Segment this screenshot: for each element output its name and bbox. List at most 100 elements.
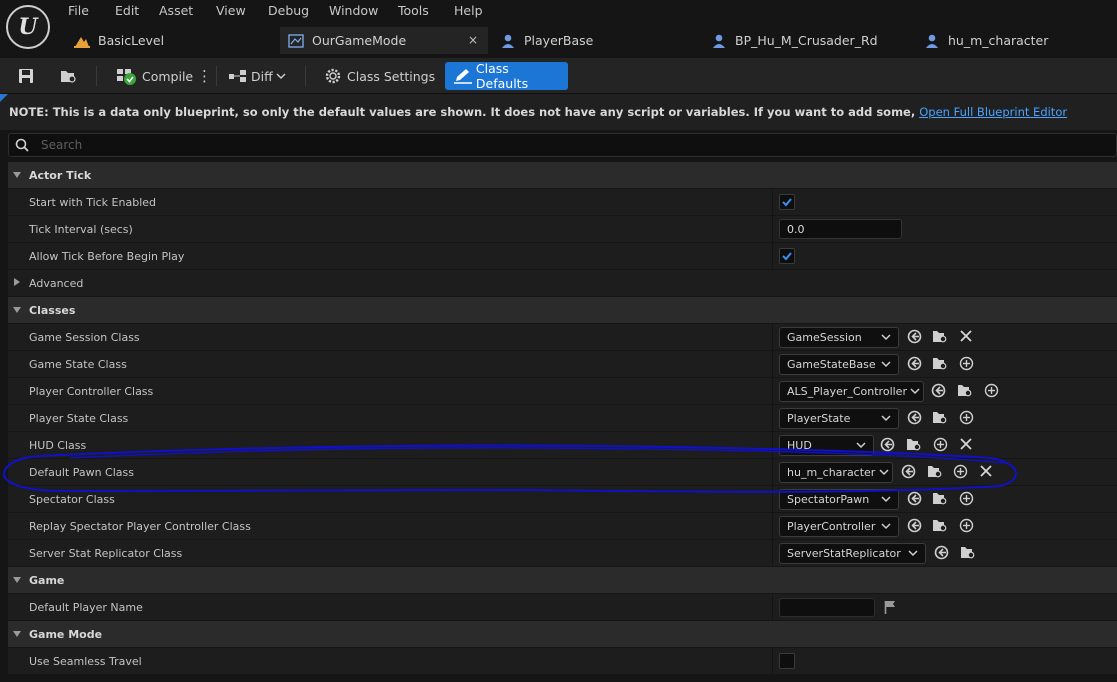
close-tab-icon[interactable]: × [468,33,478,47]
use-selected-asset-icon[interactable] [901,464,916,479]
menu-help[interactable]: Help [454,3,483,18]
property-default-pawn-class: Default Pawn Class hu_m_character [8,459,1117,485]
clear-icon[interactable] [959,329,974,344]
spectator-class-dropdown[interactable]: SpectatorPawn [779,489,899,510]
default-pawn-class-dropdown[interactable]: hu_m_character [779,462,893,483]
chevron-down-icon [910,388,920,395]
property-label: Server Stat Replicator Class [29,547,183,560]
browse-asset-icon[interactable] [932,518,947,533]
tick-interval-field[interactable]: 0.0 [779,219,902,239]
use-selected-asset-icon[interactable] [907,491,922,506]
tab-hu-m-character[interactable]: hu_m_character [924,27,1114,54]
add-new-icon[interactable] [959,356,974,371]
browse-asset-icon[interactable] [932,491,947,506]
property-label: HUD Class [29,439,87,452]
category-actor-tick[interactable]: Actor Tick [8,162,1117,188]
use-selected-asset-icon[interactable] [907,518,922,533]
category-game[interactable]: Game [8,567,1117,593]
tab-basic-level[interactable]: BasicLevel [74,27,274,54]
browse-asset-icon[interactable] [932,329,947,344]
advanced-expander[interactable]: Advanced [8,270,1117,296]
checkmark-icon [782,198,792,207]
property-use-seamless-travel: Use Seamless Travel [8,648,1117,674]
menu-window[interactable]: Window [329,3,378,18]
use-seamless-travel-checkbox[interactable] [779,653,795,669]
add-new-icon[interactable] [959,491,974,506]
compile-label: Compile [142,68,194,84]
allow-tick-checkbox[interactable] [779,248,795,264]
column-divider [772,405,773,431]
property-label: Default Player Name [29,601,143,614]
property-label: Start with Tick Enabled [29,196,157,209]
game-state-class-dropdown[interactable]: GameStateBase [779,354,899,375]
class-settings-button[interactable]: Class Settings [324,62,435,90]
hud-class-dropdown[interactable]: HUD [779,435,874,456]
menu-edit[interactable]: Edit [115,3,139,18]
expand-arrow-icon [13,307,21,313]
chevron-down-icon [856,442,866,449]
use-selected-asset-icon[interactable] [931,383,946,398]
player-controller-class-dropdown[interactable]: ALS_Player_Controller [779,381,924,402]
save-button[interactable] [18,62,34,90]
clear-icon[interactable] [979,464,994,479]
player-state-class-dropdown[interactable]: PlayerState [779,408,899,429]
browse-asset-icon[interactable] [960,545,975,560]
compile-success-icon [117,69,136,85]
use-selected-asset-icon[interactable] [907,410,922,425]
use-selected-asset-icon[interactable] [907,329,922,344]
browse-asset-icon[interactable] [957,383,972,398]
default-player-name-field[interactable] [779,598,875,617]
menu-tools[interactable]: Tools [398,3,429,18]
compile-button[interactable]: Compile [116,62,193,90]
menu-debug[interactable]: Debug [268,3,309,18]
add-new-icon[interactable] [959,518,974,533]
expand-arrow-icon [13,577,21,583]
browse-asset-icon[interactable] [906,437,921,452]
property-label: Tick Interval (secs) [29,223,133,236]
add-new-icon[interactable] [959,410,974,425]
localization-flag-icon[interactable] [884,600,896,614]
search-input[interactable] [41,136,1101,154]
replay-spectator-controller-dropdown[interactable]: PlayerController [779,516,899,537]
class-defaults-button[interactable]: Class Defaults [445,61,568,91]
menu-asset[interactable]: Asset [159,3,193,18]
clear-icon[interactable] [959,437,974,452]
tab-our-game-mode[interactable]: OurGameMode × [280,27,488,54]
add-new-icon[interactable] [933,437,948,452]
diff-button[interactable]: Diff [228,62,286,90]
category-classes[interactable]: Classes [8,297,1117,323]
unreal-logo-icon[interactable]: U [6,5,50,49]
document-tabs: BasicLevel OurGameMode × PlayerBase BP_H… [60,27,1117,54]
selected-class: HUD [787,439,812,452]
category-game-mode[interactable]: Game Mode [8,621,1117,647]
property-label: Player Controller Class [29,385,154,398]
menu-file[interactable]: File [68,3,89,18]
property-label: Allow Tick Before Begin Play [29,250,185,263]
property-server-stat-replicator-class: Server Stat Replicator Class ServerStatR… [8,540,1117,566]
open-full-blueprint-editor-link[interactable]: Open Full Blueprint Editor [919,105,1067,119]
use-selected-asset-icon[interactable] [880,437,895,452]
menu-view[interactable]: View [216,3,246,18]
tab-bp-hu-m-crusader[interactable]: BP_Hu_M_Crusader_Rd [711,27,911,54]
add-new-icon[interactable] [953,464,968,479]
selected-class: GameStateBase [787,358,876,371]
server-stat-replicator-dropdown[interactable]: ServerStatReplicator [779,543,926,564]
tab-player-base[interactable]: PlayerBase [500,27,700,54]
use-selected-asset-icon[interactable] [907,356,922,371]
property-label: Player State Class [29,412,129,425]
level-icon [74,34,90,48]
start-with-tick-checkbox[interactable] [779,194,795,210]
browse-button[interactable] [60,62,78,90]
compile-options-button[interactable]: ⋮ [197,62,212,90]
class-defaults-label: Class Defaults [475,61,529,91]
column-divider [772,351,773,377]
add-new-icon[interactable] [984,383,999,398]
property-label: Game State Class [29,358,127,371]
browse-asset-icon[interactable] [927,464,942,479]
browse-asset-icon[interactable] [932,410,947,425]
tab-label: BasicLevel [98,33,165,48]
game-session-class-dropdown[interactable]: GameSession [779,327,899,348]
property-allow-tick-before-begin-play: Allow Tick Before Begin Play [8,243,1117,269]
browse-asset-icon[interactable] [932,356,947,371]
use-selected-asset-icon[interactable] [934,545,949,560]
